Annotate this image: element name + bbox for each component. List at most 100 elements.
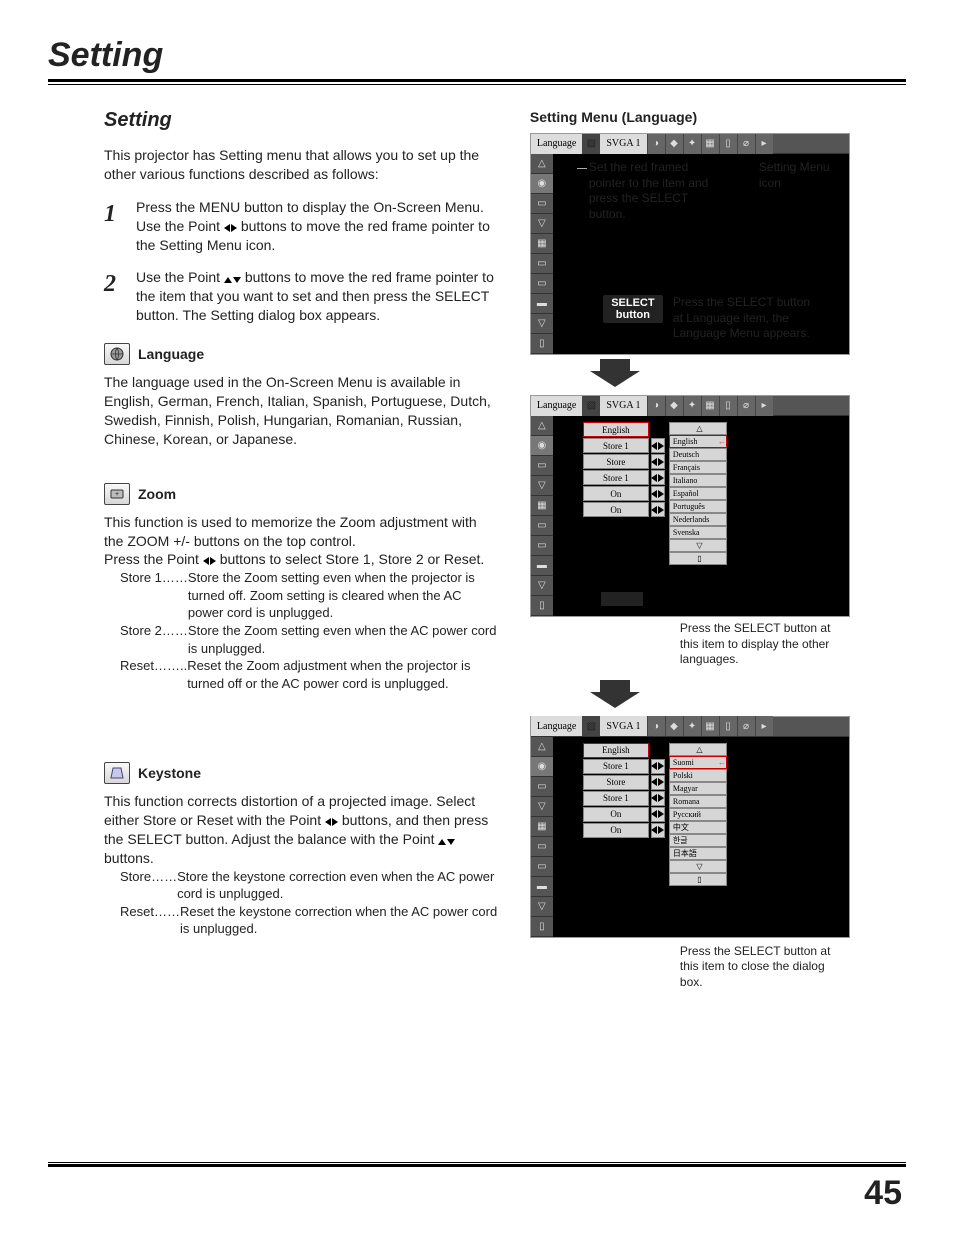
- menu-gap-icon: ▧: [582, 134, 600, 154]
- side-icon-keystone: ▽: [531, 214, 553, 234]
- lang-portugues: Português: [669, 500, 727, 513]
- dark-area-2: English Store 1 Store Store 1 On On △ En…: [553, 416, 849, 616]
- keystone-body: This function corrects distortion of a p…: [104, 792, 500, 868]
- side-icons-2: △◉▭▽▦▭▭▬▽▯: [531, 416, 553, 616]
- menu-topbar-1: Language ▧ SVGA 1 ◑◆✦▦▯⌀▸: [531, 134, 849, 154]
- side-icon: ▦: [531, 234, 553, 254]
- menu-topbar-icons: ◑◆✦▦▯⌀▸: [647, 716, 773, 736]
- keystone-definitions: Store……Store the keystone correction eve…: [104, 868, 500, 938]
- lang-chinese: 中文: [669, 821, 727, 834]
- page-number: 45: [864, 1174, 902, 1213]
- item-lr-arrows: [651, 823, 665, 838]
- dark-area-3: English Store 1 Store Store 1 On On △ Su…: [553, 737, 849, 937]
- item-on2: On: [583, 502, 649, 517]
- feature-language: Language The language used in the On-Scr…: [104, 343, 500, 449]
- keystone-label: Keystone: [138, 765, 201, 781]
- zoom-definitions: Store 1……Store the Zoom setting even whe…: [104, 569, 500, 692]
- big-arrow-down-1: [590, 359, 640, 387]
- section-title: Setting: [104, 109, 500, 132]
- lang-popup-up: △: [669, 743, 727, 756]
- item-lr-arrows: [651, 502, 665, 517]
- panel-3: Language ▧ SVGA 1 ◑◆✦▦▯⌀▸ △◉▭▽▦▭▭▬▽▯ Eng…: [530, 716, 906, 938]
- keystone-icon: [104, 762, 130, 784]
- item-store1: Store 1: [583, 438, 649, 453]
- lang-espanol: Español: [669, 487, 727, 500]
- select-bar: [601, 592, 643, 606]
- item-on: On: [583, 807, 649, 822]
- bottom-rule-thick: [48, 1164, 906, 1167]
- item-english: English: [583, 743, 649, 758]
- side-icon: ▬: [531, 294, 553, 314]
- zoom-label: Zoom: [138, 486, 176, 502]
- item-lr-arrows: [651, 775, 665, 790]
- point-lr-icon-3: [325, 818, 338, 826]
- right-column: Setting Menu (Language) Language ▧ SVGA …: [530, 109, 906, 1003]
- menu-topbar-2: Language ▧ SVGA 1 ◑◆✦▦▯⌀▸: [531, 396, 849, 416]
- menu-topbar-icons: ◑◆✦▦▯⌀▸: [647, 134, 773, 154]
- annot-other-languages: Press the SELECT button at this item to …: [680, 621, 840, 668]
- select-button-graphic: SELECTbutton: [603, 295, 663, 323]
- menu-topbar-icons: ◑◆✦▦▯⌀▸: [647, 396, 773, 416]
- lang-italiano: Italiano: [669, 474, 727, 487]
- feature-zoom: + Zoom This function is used to memorize…: [104, 483, 500, 693]
- menu-svga: SVGA 1: [600, 134, 646, 154]
- right-col-title: Setting Menu (Language): [530, 109, 906, 125]
- menu-panel-3: Language ▧ SVGA 1 ◑◆✦▦▯⌀▸ △◉▭▽▦▭▭▬▽▯ Eng…: [530, 716, 850, 938]
- menu-gap-icon: ▧: [582, 716, 600, 736]
- item-lr-arrows: [651, 486, 665, 501]
- side-icon: ▭: [531, 274, 553, 294]
- dark-area-1: Set the red framed pointer to the item a…: [553, 154, 849, 354]
- side-icons-1: △ ◉ ▭ ▽ ▦ ▭ ▭ ▬ ▽ ▯: [531, 154, 553, 354]
- annot-press-select-language: Press the SELECT button at Language item…: [673, 295, 823, 342]
- side-icons-3: △◉▭▽▦▭▭▬▽▯: [531, 737, 553, 937]
- item-store1b einstein: Store 1: [583, 791, 649, 806]
- annot-set-pointer: Set the red framed pointer to the item a…: [589, 160, 717, 222]
- item-lr-arrows: [651, 454, 665, 469]
- side-icon: ▭: [531, 254, 553, 274]
- item-lr-arrows: [651, 807, 665, 822]
- item-lr-arrows: [651, 470, 665, 485]
- item-store: Store: [583, 454, 649, 469]
- panel-1: Language ▧ SVGA 1 ◑◆✦▦▯⌀▸ △ ◉ ▭ ▽: [530, 133, 906, 387]
- zoom-body: This function is used to memorize the Zo…: [104, 513, 500, 570]
- lang-polski: Polski: [669, 769, 727, 782]
- callout-line: [577, 168, 587, 169]
- step-2-text: Use the Point buttons to move the red fr…: [136, 268, 500, 325]
- lang-korean: 한글: [669, 834, 727, 847]
- lang-suomi: Suomi←: [669, 756, 727, 769]
- item-on: On: [583, 486, 649, 501]
- panel-2: Language ▧ SVGA 1 ◑◆✦▦▯⌀▸ △◉▭▽▦▭▭▬▽▯ Eng…: [530, 395, 906, 617]
- item-lr-arrows: [651, 759, 665, 774]
- lang-popup-exit: ▯: [669, 873, 727, 886]
- topbar-icon: ⌀: [737, 134, 755, 154]
- menu-tab-language: Language: [531, 716, 582, 736]
- setting-items: English Store 1 Store Store 1 On On: [583, 422, 665, 518]
- topbar-icon: ◆: [665, 134, 683, 154]
- step-2: 2 Use the Point buttons to move the red …: [104, 268, 500, 325]
- topbar-icon: ▯: [719, 134, 737, 154]
- item-on2: On: [583, 823, 649, 838]
- menu-tab-language: Language: [531, 396, 582, 416]
- menu-tab-language: Language: [531, 134, 582, 154]
- item-lr-arrows: [651, 438, 665, 453]
- language-icon: [104, 343, 130, 365]
- item-store1b: Store 1: [583, 470, 649, 485]
- step-1-text: Press the MENU button to display the On-…: [136, 198, 500, 255]
- side-icon-exit: ▯: [531, 334, 553, 354]
- feature-keystone: Keystone This function corrects distorti…: [104, 762, 500, 938]
- top-rule-thin: [48, 84, 906, 85]
- lang-romana: Romana: [669, 795, 727, 808]
- point-ud-icon: [224, 277, 241, 283]
- lang-nederlands: Nederlands: [669, 513, 727, 526]
- lang-japanese: 日本語: [669, 847, 727, 860]
- side-icon-zoom: ▭: [531, 194, 553, 214]
- lang-deutsch: Deutsch: [669, 448, 727, 461]
- language-popup-2: △ Suomi← Polski Magyar Romana Русский 中文…: [669, 743, 727, 886]
- lang-francais: Français: [669, 461, 727, 474]
- menu-svga: SVGA 1: [600, 396, 646, 416]
- side-icon-down: ▽: [531, 314, 553, 334]
- setting-items-3: English Store 1 Store Store 1 On On: [583, 743, 665, 839]
- lang-popup-down: ▽: [669, 860, 727, 873]
- language-popup-1: △ English← Deutsch Français Italiano Esp…: [669, 422, 727, 565]
- big-arrow-down-2: [590, 680, 640, 708]
